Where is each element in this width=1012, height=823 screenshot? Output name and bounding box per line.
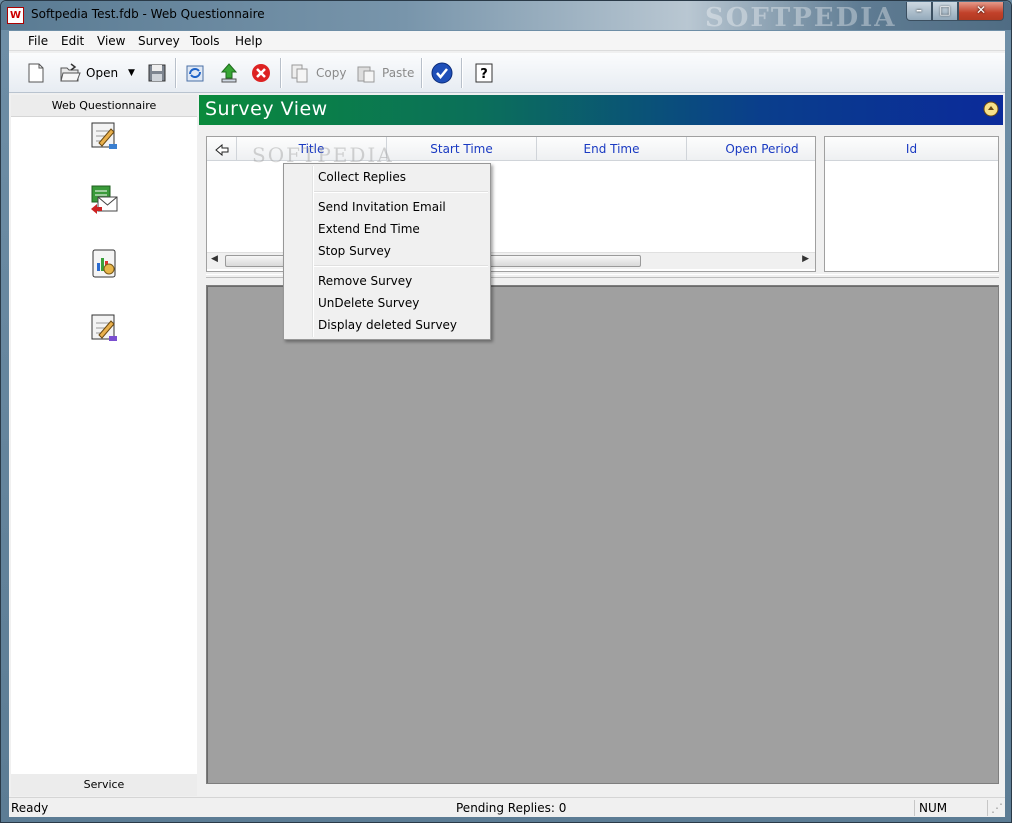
status-text: Ready (11, 801, 49, 815)
id-grid: Id (824, 136, 999, 272)
status-bar: Ready Pending Replies: 0 NUM ⋰ (9, 797, 1005, 817)
minimize-icon: – (916, 3, 922, 17)
title-bar[interactable]: W Softpedia Test.fdb - Web Questionnaire… (1, 1, 1011, 33)
toolbar-separator (421, 58, 423, 88)
pointer-hand-icon (214, 143, 228, 156)
maximize-icon: □ (939, 3, 951, 17)
menu-view[interactable]: View (97, 34, 125, 48)
menu-bar: File Edit View Survey Tools Help (9, 31, 1005, 51)
pending-replies-status: Pending Replies: 0 (456, 801, 567, 815)
help-question-icon: ? (475, 63, 493, 83)
upload-button[interactable] (218, 61, 240, 85)
status-divider (987, 800, 988, 816)
copy-label: Copy (316, 66, 347, 80)
service-section-button[interactable]: Service (11, 774, 197, 796)
menu-separator (314, 191, 488, 193)
save-button[interactable] (146, 61, 168, 85)
app-logo-icon: W (7, 7, 24, 24)
paste-icon (357, 66, 375, 83)
delete-button[interactable] (250, 61, 272, 85)
menu-item-undelete-survey[interactable]: UnDelete Survey (318, 296, 419, 310)
column-header-open-period[interactable]: Open Period (687, 137, 837, 161)
survey-view-banner: Survey View (199, 95, 1003, 125)
email-invitation-icon[interactable] (89, 183, 119, 215)
menu-help[interactable]: Help (235, 34, 262, 48)
page-title: Survey View (205, 98, 328, 120)
menu-item-send-invitation-email[interactable]: Send Invitation Email (318, 200, 446, 214)
report-chart-icon[interactable] (89, 247, 119, 279)
delete-x-icon (252, 64, 270, 82)
check-button[interactable] (431, 61, 453, 85)
menu-item-remove-survey[interactable]: Remove Survey (318, 274, 412, 288)
context-menu: Collect Replies Send Invitation Email Ex… (283, 163, 491, 340)
open-button[interactable]: Open (59, 61, 118, 85)
refresh-button[interactable] (184, 61, 206, 85)
menu-separator (314, 265, 488, 267)
menu-survey[interactable]: Survey (138, 34, 180, 48)
upload-arrow-icon (220, 63, 238, 83)
id-grid-header: Id (825, 137, 998, 161)
sync-icon (186, 65, 204, 82)
column-header-start-time[interactable]: Start Time (387, 137, 537, 161)
new-button[interactable] (25, 61, 47, 85)
survey-detail-pane (206, 285, 999, 784)
minimize-button[interactable]: – (906, 2, 932, 21)
scroll-right-icon[interactable]: ▶ (802, 254, 809, 264)
toolbar-separator (461, 58, 463, 88)
checkmark-icon (431, 62, 453, 84)
menu-edit[interactable]: Edit (61, 34, 84, 48)
help-button[interactable]: ? (473, 61, 495, 85)
panel-header: Web Questionnaire (11, 95, 197, 117)
survey-edit-icon[interactable] (89, 311, 119, 343)
copy-button[interactable]: Copy (289, 61, 346, 85)
close-button[interactable]: ✕ (958, 2, 1004, 21)
menu-item-stop-survey[interactable]: Stop Survey (318, 244, 391, 258)
save-disk-icon (148, 64, 166, 82)
close-icon: ✕ (975, 3, 987, 17)
paste-button[interactable]: Paste (355, 61, 414, 85)
menu-tools[interactable]: Tools (190, 34, 220, 48)
copy-icon (291, 64, 308, 83)
menu-item-extend-end-time[interactable]: Extend End Time (318, 222, 420, 236)
resize-grip-icon[interactable]: ⋰ (991, 801, 1003, 815)
menu-item-collect-replies[interactable]: Collect Replies (318, 170, 406, 184)
toolbar: Open ▼ Copy Paste ? (9, 53, 1005, 93)
toolbar-separator (175, 58, 177, 88)
menu-file[interactable]: File (28, 34, 48, 48)
application-window: W Softpedia Test.fdb - Web Questionnaire… (0, 0, 1012, 823)
num-lock-indicator: NUM (919, 801, 948, 815)
chevron-down-icon: ▼ (128, 68, 135, 78)
client-area: File Edit View Survey Tools Help Open ▼ (9, 31, 1005, 817)
open-folder-icon (60, 63, 81, 82)
scroll-left-icon[interactable]: ◀ (211, 254, 218, 264)
window-title: Softpedia Test.fdb - Web Questionnaire (31, 7, 265, 21)
column-header-end-time[interactable]: End Time (537, 137, 687, 161)
maximize-button[interactable]: □ (932, 2, 958, 21)
row-selector-header[interactable] (207, 137, 237, 161)
menu-item-display-deleted-survey[interactable]: Display deleted Survey (318, 318, 457, 332)
status-divider (914, 800, 915, 816)
title-watermark: SOFTPEDIA (705, 3, 897, 33)
navigation-panel: Web Questionnaire Service (11, 95, 197, 796)
toolbar-separator (280, 58, 282, 88)
paste-label: Paste (382, 66, 415, 80)
open-dropdown-button[interactable]: ▼ (128, 61, 135, 85)
column-header-id[interactable]: Id (825, 137, 998, 161)
hand-pointer-icon[interactable] (983, 101, 999, 117)
svg-text:?: ? (480, 67, 488, 82)
questionnaire-edit-icon[interactable] (89, 119, 119, 151)
new-document-icon (28, 63, 44, 83)
open-label: Open (86, 66, 119, 80)
